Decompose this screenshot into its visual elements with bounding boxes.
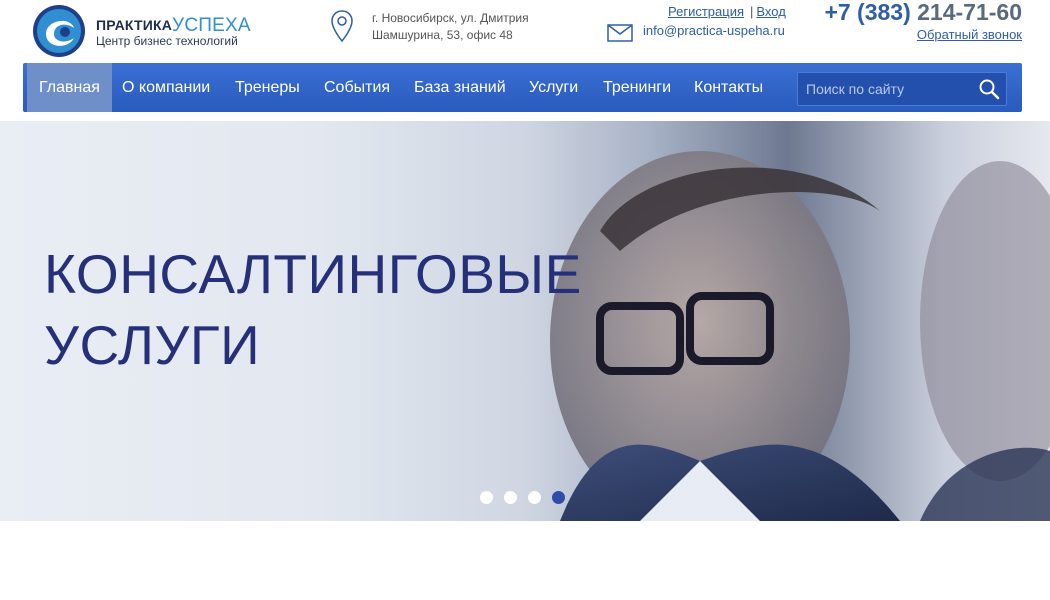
nav-item-events[interactable]: События [312, 63, 402, 112]
phone-number[interactable]: +7 (383) 214-71-60 [824, 0, 1022, 26]
auth-links: Регистрация | Вход [668, 4, 786, 19]
register-link[interactable]: Регистрация [668, 4, 744, 19]
nav-item-trainers[interactable]: Тренеры [223, 63, 312, 112]
logo-icon [33, 5, 85, 57]
callback-link[interactable]: Обратный звонок [917, 27, 1022, 42]
hero-slider: КОНСАЛТИНГОВЫЕ УСЛУГИ [0, 121, 1050, 521]
hero-title: КОНСАЛТИНГОВЫЕ УСЛУГИ [44, 239, 582, 381]
slider-dot-1[interactable] [480, 491, 493, 504]
site-logo[interactable]: ПРАКТИКАУСПЕХА Центр бизнес технологий [32, 4, 262, 58]
envelope-icon [607, 24, 633, 42]
main-nav: Главная О компании Тренеры События База … [23, 63, 1022, 112]
nav-item-home[interactable]: Главная [27, 63, 112, 112]
search-input[interactable] [798, 73, 976, 105]
logo-tagline: Центр бизнес технологий [96, 34, 238, 48]
hero-title-line-2: УСЛУГИ [44, 314, 261, 376]
search-box [797, 72, 1007, 106]
nav-item-contacts[interactable]: Контакты [682, 63, 775, 112]
nav-item-services[interactable]: Услуги [517, 63, 590, 112]
login-link[interactable]: Вход [756, 4, 785, 19]
slider-dot-4[interactable] [552, 491, 565, 504]
slider-dot-2[interactable] [504, 491, 517, 504]
nav-item-trainings[interactable]: Тренинги [591, 63, 683, 112]
auth-separator: | [750, 4, 754, 19]
nav-item-knowledge-base[interactable]: База знаний [402, 63, 518, 112]
address-block: г. Новосибирск, ул. Дмитрия Шамшурина, 5… [330, 8, 590, 50]
nav-item-about[interactable]: О компании [110, 63, 222, 112]
hero-title-line-1: КОНСАЛТИНГОВЫЕ [44, 243, 582, 305]
logo-title: ПРАКТИКАУСПЕХА [96, 15, 251, 36]
slider-dot-3[interactable] [528, 491, 541, 504]
search-icon[interactable] [978, 78, 1000, 100]
email-link[interactable]: info@practica-uspeha.ru [643, 23, 785, 38]
address-line-1: г. Новосибирск, ул. Дмитрия [372, 11, 529, 25]
address-line-2: Шамшурина, 53, офис 48 [372, 28, 513, 42]
map-pin-icon [331, 10, 353, 42]
site-header: ПРАКТИКАУСПЕХА Центр бизнес технологий г… [0, 0, 1050, 62]
